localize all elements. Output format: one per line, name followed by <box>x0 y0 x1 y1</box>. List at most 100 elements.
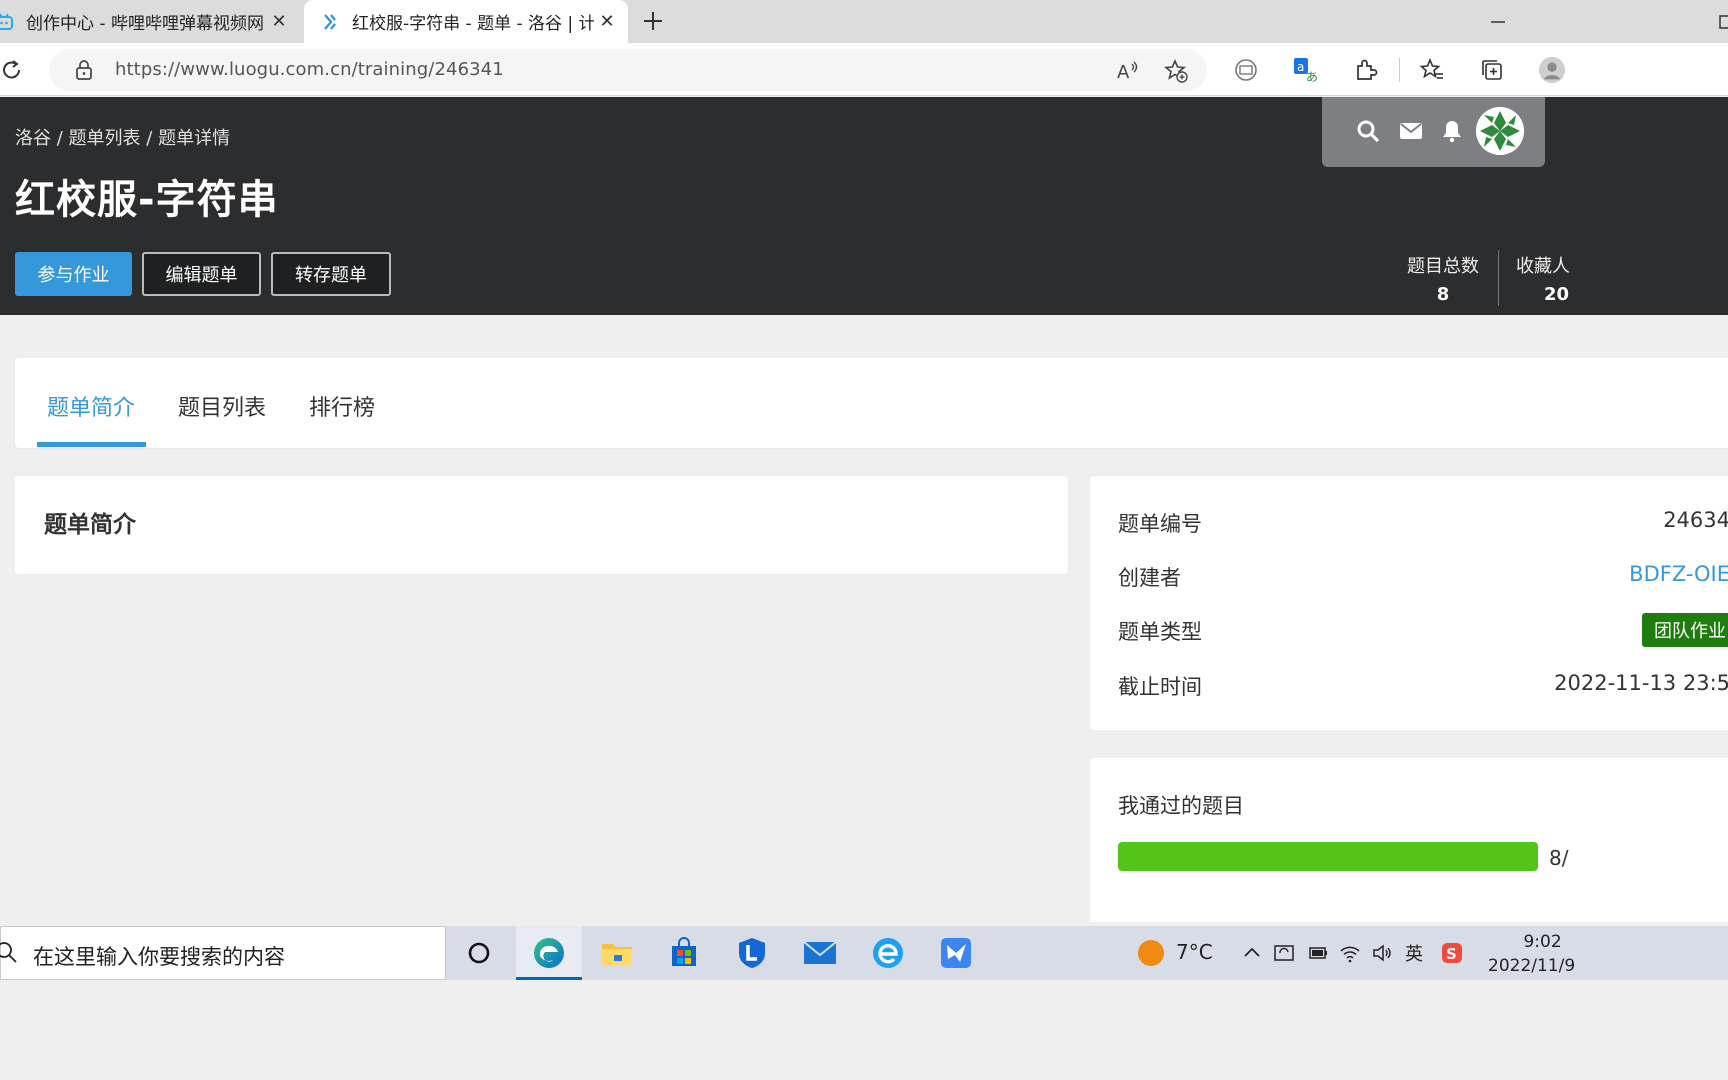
info-label: 题单类型 <box>1118 620 1202 644</box>
progress-card: 我通过的题目 8/ <box>1090 758 1728 922</box>
temperature[interactable]: 7°C <box>1176 940 1213 964</box>
cortana-icon[interactable] <box>459 933 499 973</box>
info-row-id: 题单编号 24634 <box>1118 508 1728 538</box>
user-panel <box>1322 97 1545 167</box>
reload-icon[interactable] <box>0 58 24 82</box>
info-row-deadline: 截止时间 2022-11-13 23:5 <box>1118 671 1728 701</box>
stat-label: 收藏人 <box>1516 256 1570 277</box>
training-info-card: 题单编号 24634 创建者 BDFZ-OIE 题单类型 团队作业 截止时间 2… <box>1090 476 1728 730</box>
training-id-value: 24634 <box>1663 508 1728 532</box>
progress-fill <box>1118 842 1538 871</box>
intro-card: 题单简介 <box>15 476 1068 574</box>
svg-text:S: S <box>1446 945 1457 963</box>
weather-icon[interactable] <box>1138 940 1164 966</box>
info-row-creator: 创建者 BDFZ-OIE <box>1118 562 1728 592</box>
read-aloud-icon[interactable]: A <box>1115 58 1141 84</box>
input-method-indicator[interactable]: 英 <box>1402 941 1426 965</box>
training-header: 洛谷 / 题单列表 / 题单详情 红校服-字符串 参与作业 编辑题单 转存题单 <box>0 97 1728 315</box>
show-hidden-icons-icon[interactable] <box>1240 941 1264 965</box>
breadcrumb-luogu[interactable]: 洛谷 <box>15 128 51 149</box>
progress-text: 8/ <box>1549 846 1569 870</box>
search-icon <box>0 941 19 965</box>
progress-bar <box>1118 842 1538 871</box>
info-label: 创建者 <box>1118 566 1181 590</box>
close-tab-icon[interactable]: ✕ <box>594 9 620 35</box>
mail-app-icon[interactable] <box>800 933 840 973</box>
volume-icon[interactable] <box>1370 941 1394 965</box>
info-label: 题单编号 <box>1118 512 1202 536</box>
breadcrumb-separator: / <box>146 128 153 149</box>
bilibili-icon <box>0 12 14 32</box>
stat-problem-count: 题目总数 8 <box>1400 252 1486 305</box>
windows-taskbar: 在这里输入你要搜索的内容 7°C 英 S 9:02 2022/11/9 <box>0 926 1728 980</box>
breadcrumb-training-list[interactable]: 题单列表 <box>69 128 141 149</box>
breadcrumb-separator: / <box>56 128 63 149</box>
tab-problem-list[interactable]: 题目列表 <box>178 390 266 422</box>
shield-app-icon[interactable] <box>732 933 772 973</box>
info-label: 截止时间 <box>1118 675 1202 699</box>
deadline-value: 2022-11-13 23:5 <box>1554 671 1728 695</box>
clock-date: 2022/11/9 <box>1488 956 1576 976</box>
edit-training-button[interactable]: 编辑题单 <box>142 252 261 296</box>
collections-icon[interactable] <box>1478 56 1506 84</box>
edge-browser-icon[interactable] <box>529 933 569 973</box>
toolbar-divider <box>1399 58 1400 82</box>
microsoft-store-icon[interactable] <box>664 933 704 973</box>
translate-icon[interactable]: aあ <box>1292 56 1320 84</box>
new-tab-button[interactable] <box>638 6 668 36</box>
stat-favorites: 收藏人 20 <box>1516 252 1576 305</box>
avatar[interactable] <box>1476 107 1524 155</box>
profile-icon[interactable] <box>1538 56 1566 84</box>
browser-tab-bilibili[interactable]: 创作中心 - 哔哩哔哩弹幕视频网 ✕ <box>0 0 300 43</box>
minimize-window-icon[interactable] <box>1486 10 1510 34</box>
tab-ranking[interactable]: 排行榜 <box>309 390 375 422</box>
tab-intro[interactable]: 题单简介 <box>47 390 135 422</box>
stat-divider <box>1498 250 1499 306</box>
maximize-window-icon[interactable] <box>1716 10 1728 34</box>
training-type-badge: 团队作业 <box>1642 613 1728 647</box>
immersive-reader-icon[interactable] <box>1232 56 1260 84</box>
browser-toolbar: https://www.luogu.com.cn/training/246341… <box>0 43 1728 96</box>
clock-time: 9:02 <box>1523 932 1562 952</box>
svg-text:a: a <box>1297 60 1304 74</box>
progress-heading: 我通过的题目 <box>1118 794 1244 818</box>
stat-value: 20 <box>1544 284 1570 305</box>
page-title: 红校服-字符串 <box>15 177 279 223</box>
wifi-icon[interactable] <box>1338 941 1362 965</box>
mail-icon[interactable] <box>1397 117 1425 145</box>
stat-value: 8 <box>1436 284 1450 305</box>
taskbar-search-box[interactable]: 在这里输入你要搜索的内容 <box>0 926 446 980</box>
svg-text:A: A <box>1117 62 1130 83</box>
address-bar[interactable]: https://www.luogu.com.cn/training/246341… <box>49 49 1207 91</box>
save-training-button[interactable]: 转存题单 <box>271 252 391 296</box>
tab-title: 红校服-字符串 - 题单 - 洛谷 | 计 <box>352 14 594 34</box>
add-favorite-icon[interactable] <box>1163 58 1189 84</box>
svg-text:あ: あ <box>1306 70 1318 84</box>
browser-tab-luogu[interactable]: 红校服-字符串 - 题单 - 洛谷 | 计 ✕ <box>304 0 628 43</box>
taskbar-search-placeholder: 在这里输入你要搜索的内容 <box>33 945 285 969</box>
bell-icon[interactable] <box>1438 117 1466 145</box>
tab-title: 创作中心 - 哔哩哔哩弹幕视频网 <box>26 14 264 34</box>
breadcrumb-training-detail: 题单详情 <box>158 128 231 149</box>
taskbar-clock[interactable]: 9:02 2022/11/9 <box>1488 930 1575 978</box>
battery-icon[interactable] <box>1306 941 1330 965</box>
stat-label: 题目总数 <box>1407 256 1479 277</box>
search-icon[interactable] <box>1354 117 1382 145</box>
training-tabs: 题单简介 题目列表 排行榜 <box>15 358 1728 448</box>
file-explorer-icon[interactable] <box>597 933 637 973</box>
lock-icon[interactable] <box>73 59 95 81</box>
intro-heading: 题单简介 <box>44 512 136 538</box>
sync-icon[interactable] <box>1272 941 1296 965</box>
favorites-icon[interactable] <box>1418 56 1446 84</box>
creator-link[interactable]: BDFZ-OIE <box>1629 562 1728 586</box>
join-homework-button[interactable]: 参与作业 <box>15 252 132 296</box>
url-text[interactable]: https://www.luogu.com.cn/training/246341 <box>115 59 504 80</box>
info-row-type: 题单类型 团队作业 <box>1118 613 1728 647</box>
sogou-input-icon[interactable]: S <box>1440 941 1464 965</box>
close-tab-icon[interactable]: ✕ <box>266 9 292 35</box>
feishu-app-icon[interactable] <box>936 933 976 973</box>
active-tab-indicator <box>37 442 146 447</box>
internet-explorer-icon[interactable] <box>868 933 908 973</box>
extensions-icon[interactable] <box>1352 56 1380 84</box>
breadcrumb: 洛谷 / 题单列表 / 题单详情 <box>15 124 230 150</box>
